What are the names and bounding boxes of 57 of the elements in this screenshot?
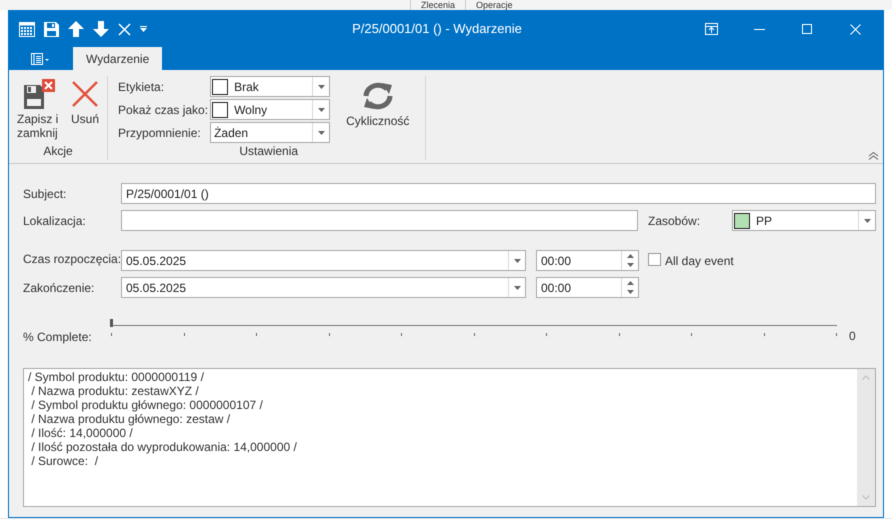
time-field[interactable]: 00:00: [536, 277, 639, 298]
field-label: % Complete:: [23, 329, 93, 346]
field-label: Przypomnienie:: [118, 124, 202, 142]
field-label: Zakończenie:: [23, 280, 96, 296]
dropdown-field[interactable]: Wolny: [210, 99, 330, 120]
spin-down-icon[interactable]: [626, 263, 634, 268]
caret-icon: [318, 130, 325, 134]
field-label: Lokalizacja:: [23, 212, 87, 230]
collapse-ribbon-icon[interactable]: [868, 152, 879, 160]
list-icon: [31, 53, 49, 65]
close-icon[interactable]: [850, 24, 860, 34]
slider-value: 0: [849, 328, 856, 345]
maximize-icon[interactable]: [802, 24, 812, 34]
field-label: Etykieta:: [118, 78, 166, 96]
ribbon-tab[interactable]: Wydarzenie: [73, 47, 162, 70]
location-field[interactable]: [121, 210, 638, 231]
save-icon[interactable]: [44, 22, 59, 36]
group-title: Akcje: [42, 144, 74, 160]
caret-icon: [514, 258, 520, 262]
slider-thumb[interactable]: [110, 319, 113, 327]
field-label: Czas rozpoczęcia:: [23, 251, 121, 268]
group-title: Ustawienia: [238, 144, 300, 160]
field-label: Subject:: [23, 186, 68, 202]
caret-icon: [318, 108, 325, 112]
calendar-icon[interactable]: [19, 22, 35, 36]
window-title: P/25/0001/01 () - Wydarzenie: [351, 20, 523, 38]
time-field[interactable]: 00:00: [536, 250, 639, 271]
spin-up-icon[interactable]: [626, 254, 634, 258]
date-field[interactable]: 05.05.2025: [121, 277, 526, 298]
resource-dropdown[interactable]: PP: [732, 210, 876, 231]
field-label: Zasobów:: [648, 212, 702, 230]
caret-icon: [514, 286, 520, 290]
caret-icon: [864, 218, 870, 222]
save-close-icon: [24, 79, 56, 109]
up-arrow-icon[interactable]: [68, 21, 84, 37]
close-icon[interactable]: [118, 22, 131, 36]
spin-up-icon[interactable]: [626, 280, 634, 285]
customize-caret-icon[interactable]: [140, 26, 147, 32]
recurrence-button[interactable]: Cykliczność: [344, 76, 412, 143]
caret-icon: [318, 84, 325, 88]
delete-icon: [71, 80, 99, 108]
recurrence-icon: [360, 81, 395, 111]
checkbox-label: All day event: [665, 253, 734, 270]
field-label: Pokaż czas jako:: [118, 102, 208, 118]
down-arrow-icon[interactable]: [93, 21, 109, 37]
spin-down-icon[interactable]: [626, 290, 634, 294]
subject-field[interactable]: P/25/0001/01 (): [121, 183, 876, 204]
save-close-button[interactable]: Zapisz i zamknij: [15, 76, 65, 140]
delete-button[interactable]: Usuń: [69, 76, 102, 140]
notes-field[interactable]: / Symbol produktu: 0000000119 / / Nazwa produktu: zestawXYZ / / Symbol produktu głównego: 0000000107 / / Nazwa produktu głównego: zestaw / / Ilość: 14,000000 / / Ilość pozostała do wyprodukowania: 14,000000 / / Surowce: /: [23, 368, 876, 507]
date-field[interactable]: 05.05.2025: [121, 250, 526, 271]
dock-icon[interactable]: [704, 23, 718, 35]
dropdown-field[interactable]: Żaden: [210, 122, 330, 143]
color-swatch: [212, 102, 228, 118]
checkbox[interactable]: [648, 253, 661, 266]
dropdown-field[interactable]: Brak: [210, 76, 330, 97]
color-swatch: [212, 78, 228, 94]
